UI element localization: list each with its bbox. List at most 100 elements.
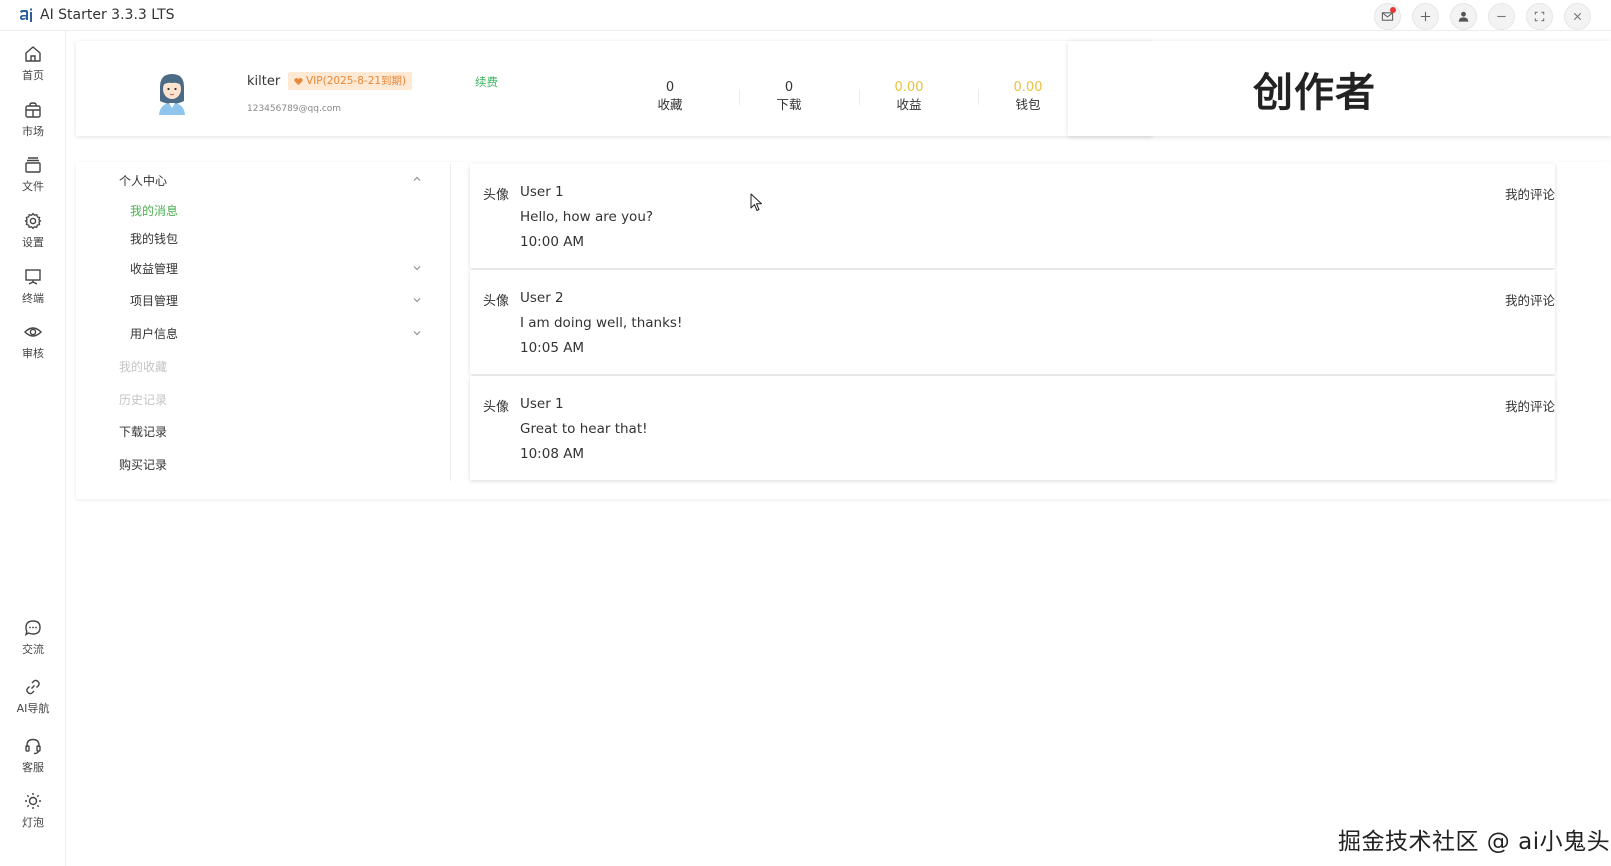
- close-button[interactable]: [1564, 3, 1591, 30]
- rail-item-ai-nav[interactable]: AI导航: [0, 670, 66, 722]
- eye-icon: [24, 326, 42, 337]
- chat-icon: [24, 619, 41, 636]
- message-time: 10:05 AM: [520, 340, 585, 356]
- user-icon: [1458, 11, 1469, 22]
- stat-value: 0.00: [1013, 80, 1043, 95]
- rail-item-home[interactable]: 首页: [0, 37, 66, 89]
- user-email: 123456789@qq.com: [247, 104, 342, 114]
- menu-user-info[interactable]: 用户信息: [130, 325, 178, 342]
- vip-expiry: VIP(2025-8-21到期): [306, 75, 407, 87]
- rail-label: 首页: [22, 68, 44, 82]
- menu-my-favorites[interactable]: 我的收藏: [119, 358, 167, 375]
- vip-badge: VIP(2025-8-21到期): [288, 72, 413, 90]
- stat-label: 收益: [896, 97, 922, 112]
- stat-downloads[interactable]: 0 下载: [749, 80, 829, 114]
- side-rail: 首页 市场 文件 设置 终端 审核 交流 AI导航 客服 灯泡: [0, 31, 66, 866]
- home-icon: [25, 45, 41, 62]
- chevron-down-icon[interactable]: [412, 263, 422, 273]
- rail-item-bulb[interactable]: 灯泡: [0, 784, 66, 836]
- mail-button[interactable]: [1374, 3, 1401, 30]
- message-item[interactable]: 头像 User 1 Hello, how are you? 10:00 AM 我…: [470, 164, 1555, 268]
- headset-icon: [25, 738, 41, 754]
- message-user: User 2: [520, 290, 564, 306]
- bulb-icon: [25, 792, 41, 809]
- chevron-down-icon[interactable]: [412, 295, 422, 305]
- renew-link[interactable]: 续费: [475, 74, 498, 90]
- rail-item-review[interactable]: 审核: [0, 315, 66, 367]
- menu-my-wallet[interactable]: 我的钱包: [130, 230, 178, 247]
- mouse-cursor-icon: [750, 193, 762, 211]
- rail-item-market[interactable]: 市场: [0, 93, 66, 145]
- menu-history[interactable]: 历史记录: [119, 391, 167, 408]
- shop-icon: [25, 101, 41, 118]
- message-text: Great to hear that!: [520, 421, 648, 437]
- maximize-button[interactable]: [1526, 3, 1553, 30]
- terminal-icon: [25, 268, 41, 285]
- window-controls: [1374, 3, 1591, 30]
- creator-title: 创作者: [1253, 69, 1376, 116]
- rail-item-settings[interactable]: 设置: [0, 204, 66, 256]
- stat-value: 0: [784, 80, 794, 95]
- app-logo-icon: [20, 8, 32, 22]
- main-panel: 个人中心 我的消息 我的钱包 收益管理 项目管理 用户信息 我的收藏 历史记录 …: [76, 162, 1611, 499]
- message-time: 10:08 AM: [520, 446, 585, 462]
- stat-divider: [978, 89, 979, 105]
- message-avatar: 头像: [483, 294, 510, 309]
- rail-label: 设置: [22, 235, 44, 249]
- menu-download-records[interactable]: 下载记录: [119, 423, 167, 440]
- content-area: kilter VIP(2025-8-21到期) 续费 123456789@qq.…: [66, 31, 1611, 866]
- stat-label: 钱包: [1015, 97, 1041, 112]
- gear-icon: [24, 212, 42, 229]
- stat-divider: [739, 89, 740, 105]
- rail-label: 灯泡: [22, 815, 44, 829]
- message-text: Hello, how are you?: [520, 209, 654, 225]
- menu-personal-center[interactable]: 个人中心: [119, 172, 167, 189]
- title-bar: AI Starter 3.3.3 LTS: [0, 0, 1611, 31]
- rail-label: 客服: [22, 760, 44, 774]
- rail-label: 市场: [22, 124, 44, 138]
- stat-wallet[interactable]: 0.00 钱包: [988, 80, 1068, 114]
- rail-label: 文件: [22, 179, 44, 193]
- menu-revenue-management[interactable]: 收益管理: [130, 260, 178, 277]
- minimize-button[interactable]: [1488, 3, 1515, 30]
- close-icon: [1573, 12, 1582, 21]
- rail-item-support[interactable]: 客服: [0, 729, 66, 781]
- watermark: 掘金技术社区 @ ai小鬼头: [1338, 829, 1611, 855]
- rail-label: 审核: [22, 346, 44, 360]
- my-comments-link[interactable]: 我的评论: [1505, 396, 1555, 415]
- message-user: User 1: [520, 184, 564, 200]
- stat-value: 0: [665, 80, 675, 95]
- menu-project-management[interactable]: 项目管理: [130, 292, 178, 309]
- menu-my-messages[interactable]: 我的消息: [130, 202, 178, 219]
- profile-card: kilter VIP(2025-8-21到期) 续费 123456789@qq.…: [76, 41, 1153, 136]
- message-item[interactable]: 头像 User 1 Great to hear that! 10:08 AM 我…: [470, 376, 1555, 480]
- my-comments-link[interactable]: 我的评论: [1505, 290, 1555, 309]
- message-item[interactable]: 头像 User 2 I am doing well, thanks! 10:05…: [470, 270, 1555, 374]
- rail-item-files[interactable]: 文件: [0, 148, 66, 200]
- rail-item-terminal[interactable]: 终端: [0, 260, 66, 312]
- rail-label: 终端: [22, 291, 44, 305]
- minimize-icon: [1497, 15, 1506, 18]
- chevron-down-icon[interactable]: [412, 328, 422, 338]
- message-text: I am doing well, thanks!: [520, 315, 683, 331]
- menu-purchase-records[interactable]: 购买记录: [119, 456, 167, 473]
- user-button[interactable]: [1450, 3, 1477, 30]
- my-comments-link[interactable]: 我的评论: [1505, 184, 1555, 203]
- menu-divider: [450, 164, 451, 481]
- chevron-up-icon[interactable]: [412, 174, 422, 184]
- message-avatar: 头像: [483, 188, 510, 203]
- stat-favorites[interactable]: 0 收藏: [630, 80, 710, 114]
- app-title: AI Starter 3.3.3 LTS: [40, 7, 175, 23]
- message-user: User 1: [520, 396, 564, 412]
- link-icon: [26, 679, 40, 694]
- app-window: AI Starter 3.3.3 LTS 首页 市场 文件 设置 终端 审核 交…: [0, 0, 1611, 866]
- plus-icon: [1420, 11, 1431, 22]
- files-icon: [25, 156, 41, 173]
- add-button[interactable]: [1412, 3, 1439, 30]
- rail-label: 交流: [22, 642, 44, 656]
- rail-item-chat[interactable]: 交流: [0, 611, 66, 663]
- stat-label: 下载: [776, 97, 802, 112]
- avatar[interactable]: [154, 71, 190, 115]
- stat-divider: [859, 89, 860, 105]
- stat-revenue[interactable]: 0.00 收益: [869, 80, 949, 114]
